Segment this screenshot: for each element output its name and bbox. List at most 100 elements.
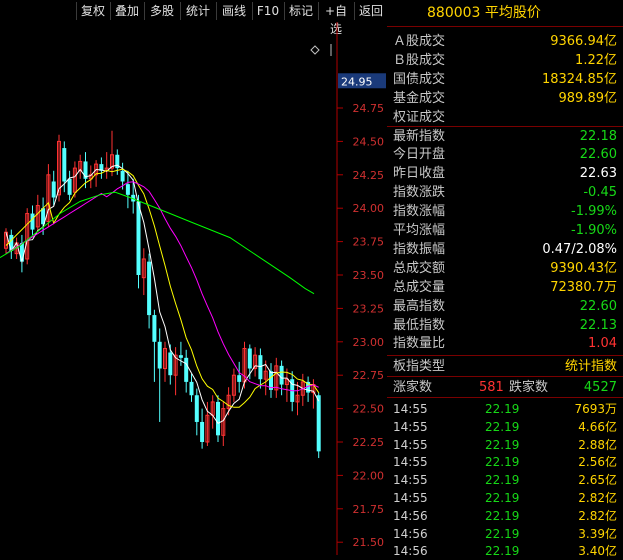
toolbar-button-7[interactable]: +自选 xyxy=(318,2,353,36)
stat-row: 总成交量 72380.7万 xyxy=(387,278,623,297)
tick-row: 14:55 22.19 2.65亿 xyxy=(387,471,623,489)
up-count-label: 涨家数 xyxy=(393,380,433,395)
tick-price: 22.19 xyxy=(485,455,520,470)
stat-value: 1.22亿 xyxy=(575,52,617,68)
separator xyxy=(387,26,623,27)
board-type-label: 板指类型 xyxy=(393,359,446,374)
separator xyxy=(387,126,623,127)
toolbar-button-4[interactable]: 画线 xyxy=(216,2,251,20)
tick-volume: 2.82亿 xyxy=(578,508,617,523)
tick-time: 14:55 xyxy=(393,455,428,470)
tick-price: 22.19 xyxy=(485,437,520,452)
stat-row: 指数涨跌 -0.45 xyxy=(387,183,623,202)
tick-volume: 2.56亿 xyxy=(578,455,617,470)
toolbar-button-5[interactable]: F10 xyxy=(252,2,283,20)
stat-label: 基金成交 xyxy=(393,90,446,106)
toolbar-button-3[interactable]: 统计 xyxy=(180,2,215,20)
stat-row: Ａ股成交 9366.94亿 xyxy=(387,32,623,51)
stat-row: 指数量比 1.04 xyxy=(387,334,623,353)
down-count-label: 跌家数 xyxy=(509,380,549,395)
tick-price: 22.19 xyxy=(485,402,520,416)
candle-body xyxy=(136,201,141,275)
stat-value: 9366.94亿 xyxy=(550,34,617,49)
stat-row: 平均涨幅 -1.90% xyxy=(387,221,623,240)
candle-body xyxy=(258,355,263,380)
candle-body xyxy=(30,213,35,230)
candle-body xyxy=(62,148,67,182)
candle-body xyxy=(120,170,125,182)
stat-value: 22.60 xyxy=(579,147,617,163)
stat-label: 最低指数 xyxy=(393,317,446,333)
stat-label: Ｂ股成交 xyxy=(393,52,446,68)
stat-row: 权证成交 xyxy=(387,108,623,127)
tick-price: 22.19 xyxy=(485,508,520,523)
toolbar-button-6[interactable]: 标记 xyxy=(284,2,317,20)
tick-price: 22.19 xyxy=(485,419,520,434)
tick-time: 14:56 xyxy=(393,526,428,541)
candle-body xyxy=(316,395,321,452)
tick-row: 14:55 22.19 2.82亿 xyxy=(387,489,623,507)
stat-value: 9390.43亿 xyxy=(550,260,617,276)
separator xyxy=(387,376,623,377)
stat-value: 22.13 xyxy=(579,317,617,333)
stock-terminal-window: 复权 叠加 多股 统计 画线 F10 标记 +自选 返回 24.75 24.50 24.25 24.0… xyxy=(0,0,623,558)
stat-value: 22.18 xyxy=(579,128,617,144)
tick-row: 14:56 22.19 2.82亿 xyxy=(387,507,623,525)
stat-label: 总成交量 xyxy=(393,279,446,295)
tick-time: 14:55 xyxy=(393,437,428,452)
stat-label: 平均涨幅 xyxy=(393,223,446,238)
toolbar-button-1[interactable]: 叠加 xyxy=(110,2,143,20)
separator xyxy=(387,355,623,356)
stat-value: 18324.85亿 xyxy=(541,71,617,87)
candle-body xyxy=(67,178,72,195)
stat-label: 最高指数 xyxy=(393,298,446,314)
candle-body xyxy=(189,381,194,396)
tick-price: 22.19 xyxy=(485,473,520,488)
candle-body xyxy=(200,421,205,442)
stat-row: 指数振幅 0.47/2.08% xyxy=(387,240,623,259)
panel-title: 880003 平均股价 xyxy=(387,0,623,26)
candle-body xyxy=(51,181,56,198)
tick-volume: 2.82亿 xyxy=(578,491,617,505)
stat-row: 最新指数 22.18 xyxy=(387,127,623,146)
candle-body xyxy=(279,365,284,385)
stat-label: 权证成交 xyxy=(393,109,446,125)
tick-time: 14:55 xyxy=(393,491,428,505)
stat-value: 22.63 xyxy=(579,166,617,182)
toolbar-button-8[interactable]: 返回 xyxy=(354,2,387,20)
stat-value: 0.47/2.08% xyxy=(542,241,617,257)
stat-label: 指数涨跌 xyxy=(393,185,446,201)
toolbar-button-0[interactable]: 复权 xyxy=(76,2,109,20)
y-tick-label: 24.50 xyxy=(353,135,385,148)
toolbar-button-2[interactable]: 多股 xyxy=(144,2,179,20)
tick-row: 14:55 22.19 7693万 xyxy=(387,400,623,418)
candle-body xyxy=(125,184,130,195)
stat-row: 国债成交 18324.85亿 xyxy=(387,70,623,89)
tick-volume: 3.40亿 xyxy=(578,544,617,559)
candle-body xyxy=(237,375,242,382)
current-price-label: 24.95 xyxy=(341,75,373,88)
stat-value: 72380.7万 xyxy=(550,279,617,295)
tick-volume: 4.66亿 xyxy=(578,419,617,434)
tick-row: 14:56 22.19 3.40亿 xyxy=(387,542,623,560)
down-count-value: 4527 xyxy=(583,380,617,395)
candle-body xyxy=(157,341,162,369)
tick-time: 14:55 xyxy=(393,419,428,434)
y-tick-label: 22.25 xyxy=(353,436,385,449)
stat-row: 最低指数 22.13 xyxy=(387,316,623,335)
stat-row: 基金成交 989.89亿 xyxy=(387,89,623,108)
y-tick-label: 23.75 xyxy=(353,236,385,249)
tick-volume: 3.39亿 xyxy=(578,526,617,541)
stat-label: 指数量比 xyxy=(393,336,446,352)
stat-value: -0.45 xyxy=(583,185,617,201)
stat-row: 总成交额 9390.43亿 xyxy=(387,259,623,278)
stat-label: 最新指数 xyxy=(393,128,446,144)
quote-panel: 880003 平均股价 Ａ股成交 9366.94亿 Ｂ股成交 1.22亿国债成交 183… xyxy=(387,0,623,558)
index-code: 880003 xyxy=(427,5,481,21)
tick-row: 14:55 22.19 2.56亿 xyxy=(387,453,623,471)
candle-body xyxy=(194,395,199,422)
kline-chart[interactable]: 24.75 24.50 24.25 24.00 23.75 23.50 23.25 23.00… xyxy=(0,22,386,555)
index-name: 平均股价 xyxy=(484,5,541,21)
tick-time: 14:56 xyxy=(393,508,428,523)
stat-value: -1.99% xyxy=(571,204,617,220)
